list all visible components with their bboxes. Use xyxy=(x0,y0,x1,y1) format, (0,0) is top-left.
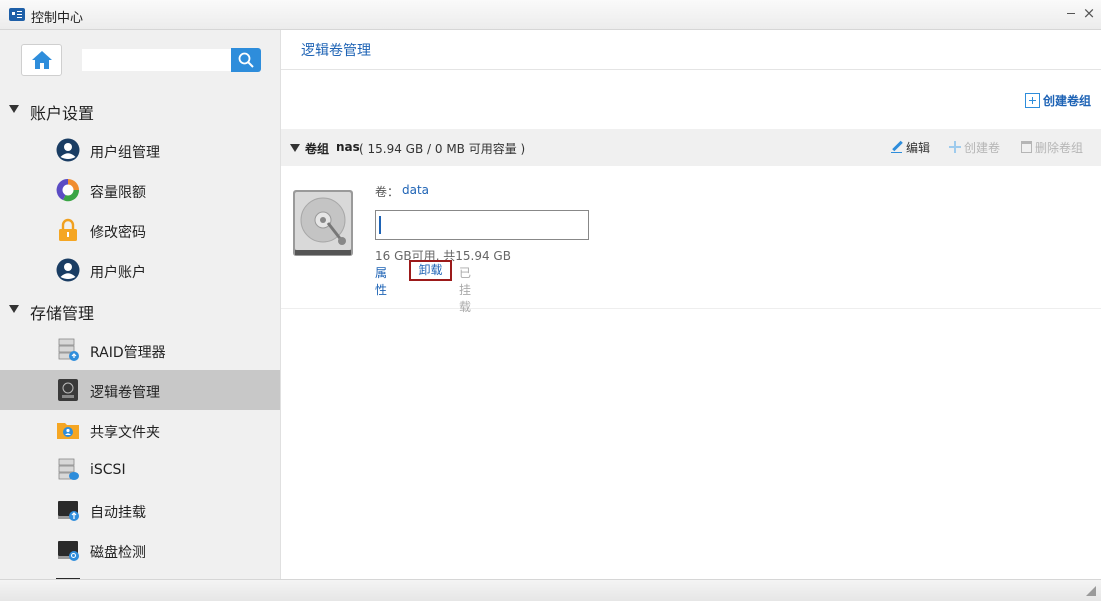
create-volume-button[interactable]: 创建卷 xyxy=(949,139,1000,156)
sidebar-item-disk-check[interactable]: 磁盘检测 xyxy=(0,530,280,570)
collapse-arrow-icon xyxy=(9,305,19,313)
create-volume-label: 创建卷 xyxy=(964,141,1001,155)
delete-volume-group-button[interactable]: 删除卷组 xyxy=(1021,139,1083,156)
section-label: 存储管理 xyxy=(30,304,95,323)
sidebar-item-label: 逻辑卷管理 xyxy=(90,385,160,401)
edit-label: 编辑 xyxy=(906,141,931,155)
user-account-icon xyxy=(56,258,80,282)
sidebar-item-user-accounts[interactable]: 用户账户 xyxy=(0,250,280,290)
properties-link[interactable]: 属性 xyxy=(375,264,387,298)
disk-check-icon xyxy=(58,541,79,561)
divider xyxy=(281,69,1101,70)
add-box-icon xyxy=(1024,93,1040,108)
sidebar-item-partial xyxy=(0,570,280,579)
volume-label: 卷： xyxy=(375,185,400,199)
sidebar-item-label: iSCSI xyxy=(90,462,126,478)
sidebar-item-automount[interactable]: 自动挂载 xyxy=(0,490,280,530)
section-storage-management[interactable]: 存储管理 xyxy=(0,290,280,330)
sidebar-item-label: 磁盘检测 xyxy=(90,545,146,561)
quota-pie-icon xyxy=(56,178,80,202)
plus-icon xyxy=(949,141,961,153)
sidebar-item-label: 自动挂载 xyxy=(90,505,146,521)
lock-icon xyxy=(59,218,77,241)
volume-name-input[interactable] xyxy=(375,210,589,240)
mounted-status: 已挂载 xyxy=(459,266,472,314)
automount-icon xyxy=(58,501,79,521)
pencil-icon xyxy=(891,141,903,153)
control-center-icon xyxy=(9,8,25,21)
home-icon xyxy=(32,51,52,69)
status-bar xyxy=(0,579,1101,601)
sidebar-item-label: 用户账户 xyxy=(90,265,146,281)
search-button[interactable] xyxy=(231,48,261,72)
sidebar-item-label: 用户组管理 xyxy=(90,145,160,161)
sidebar-item-change-password[interactable]: 修改密码 xyxy=(0,210,280,250)
sidebar-item-label: 修改密码 xyxy=(90,225,146,241)
collapse-arrow-icon[interactable] xyxy=(290,144,300,152)
window-title: 控制中心 xyxy=(31,11,84,26)
sidebar-item-lvm[interactable]: 逻辑卷管理 xyxy=(0,370,280,410)
delete-volume-group-label: 删除卷组 xyxy=(1035,141,1084,155)
home-button[interactable] xyxy=(21,44,62,76)
volume-group-header[interactable]: 卷组 nas ( 15.94 GB / 0 MB 可用容量 ) 编辑 创建卷 删… xyxy=(281,129,1101,166)
hard-disk-icon xyxy=(293,190,353,256)
create-volume-group-button[interactable]: 创建卷组 xyxy=(1024,92,1091,110)
title-bar: 控制中心 × xyxy=(0,0,1101,30)
resize-grip-icon[interactable] xyxy=(1086,586,1096,596)
lvm-icon xyxy=(58,379,78,401)
main-panel: 逻辑卷管理 创建卷组 卷组 nas ( 15.94 GB / 0 MB 可用容量… xyxy=(281,30,1101,579)
shared-folder-icon xyxy=(57,423,79,439)
search-icon xyxy=(238,52,254,68)
section-account-settings[interactable]: 账户设置 xyxy=(0,90,280,130)
page-title: 逻辑卷管理 xyxy=(301,43,371,59)
sidebar-item-quota[interactable]: 容量限额 xyxy=(0,170,280,210)
text-cursor xyxy=(379,216,381,234)
collapse-arrow-icon xyxy=(9,105,19,113)
volume-group-name: nas xyxy=(336,140,360,154)
search-input[interactable] xyxy=(82,49,231,71)
volume-group-label: 卷组 xyxy=(305,142,330,156)
iscsi-icon xyxy=(58,458,79,480)
volume-card: 卷： data 16 GB可用, 共15.94 GB 属性 卸载 已挂载 xyxy=(281,166,1101,314)
edit-volume-group-button[interactable]: 编辑 xyxy=(891,139,930,156)
section-label: 账户设置 xyxy=(30,104,95,123)
unmount-button[interactable]: 卸载 xyxy=(409,260,452,281)
create-volume-group-label: 创建卷组 xyxy=(1042,94,1091,108)
close-icon[interactable]: × xyxy=(1082,6,1096,21)
volume-group-capacity: ( 15.94 GB / 0 MB 可用容量 ) xyxy=(359,142,526,156)
sidebar-item-user-groups[interactable]: 用户组管理 xyxy=(0,130,280,170)
sidebar-item-iscsi[interactable]: iSCSI xyxy=(0,450,280,490)
trash-icon xyxy=(1021,141,1032,153)
sidebar-item-shared-folders[interactable]: 共享文件夹 xyxy=(0,410,280,450)
sidebar-item-raid-manager[interactable]: RAID管理器 xyxy=(0,330,280,370)
sidebar-item-label: RAID管理器 xyxy=(90,345,166,361)
raid-icon xyxy=(58,338,79,361)
user-group-icon xyxy=(56,138,80,162)
volume-name-link[interactable]: data xyxy=(402,183,429,197)
minimize-icon[interactable] xyxy=(1064,6,1078,20)
sidebar-item-label: 容量限额 xyxy=(90,185,146,201)
sidebar-item-label: 共享文件夹 xyxy=(90,425,160,441)
sidebar: 账户设置 用户组管理 容量限额 修改密码 用户账户 存储管理 RAID管理器 逻… xyxy=(0,30,281,579)
